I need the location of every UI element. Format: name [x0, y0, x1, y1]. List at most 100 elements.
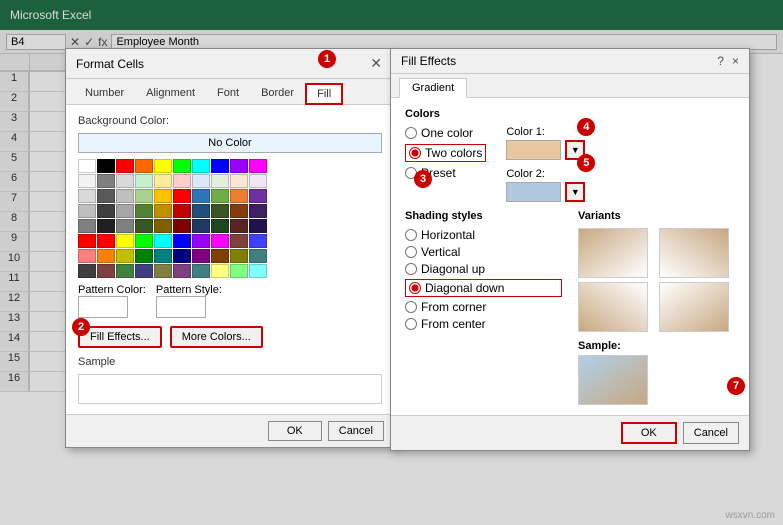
color-swatch-45[interactable]	[173, 219, 191, 233]
color-swatch-9[interactable]	[249, 159, 267, 173]
one-color-option[interactable]: One color	[405, 126, 486, 140]
shading-horizontal[interactable]: Horizontal	[405, 228, 562, 242]
color-swatch-36[interactable]	[192, 204, 210, 218]
color-swatch-3[interactable]	[135, 159, 153, 173]
diagonal-down-radio[interactable]	[409, 282, 421, 294]
two-colors-option[interactable]: Two colors	[405, 144, 486, 162]
tab-number[interactable]: Number	[74, 83, 135, 104]
color-swatch-62[interactable]	[116, 249, 134, 263]
color-swatch-21[interactable]	[97, 189, 115, 203]
color-swatch-40[interactable]	[78, 219, 96, 233]
color-swatch-23[interactable]	[135, 189, 153, 203]
color-swatch-33[interactable]	[135, 204, 153, 218]
variant-bottom-left[interactable]	[578, 282, 648, 332]
color-swatch-65[interactable]	[173, 249, 191, 263]
horizontal-radio[interactable]	[405, 229, 417, 241]
color2-dropdown-button[interactable]: ▼	[565, 182, 585, 202]
color-swatch-55[interactable]	[173, 234, 191, 248]
color-swatch-61[interactable]	[97, 249, 115, 263]
color-swatch-28[interactable]	[230, 189, 248, 203]
color-swatch-18[interactable]	[230, 174, 248, 188]
color-swatch-1[interactable]	[97, 159, 115, 173]
shading-diagonal-up[interactable]: Diagonal up	[405, 262, 562, 276]
tab-font[interactable]: Font	[206, 83, 250, 104]
color-swatch-56[interactable]	[192, 234, 210, 248]
shading-diagonal-down[interactable]: Diagonal down	[405, 279, 562, 297]
color-swatch-51[interactable]	[97, 234, 115, 248]
color-swatch-7[interactable]	[211, 159, 229, 173]
variant-top-right[interactable]	[659, 228, 729, 278]
one-color-radio[interactable]	[405, 127, 417, 139]
vertical-radio[interactable]	[405, 246, 417, 258]
two-colors-radio[interactable]	[409, 147, 421, 159]
diagonal-up-radio[interactable]	[405, 263, 417, 275]
color-swatch-29[interactable]	[249, 189, 267, 203]
color-swatch-37[interactable]	[211, 204, 229, 218]
color-swatch-66[interactable]	[192, 249, 210, 263]
color-swatch-73[interactable]	[135, 264, 153, 278]
color-swatch-50[interactable]	[78, 234, 96, 248]
color-swatch-44[interactable]	[154, 219, 172, 233]
color-swatch-69[interactable]	[249, 249, 267, 263]
color-swatch-42[interactable]	[116, 219, 134, 233]
color-swatch-47[interactable]	[211, 219, 229, 233]
color-swatch-15[interactable]	[173, 174, 191, 188]
format-cells-cancel-button[interactable]: Cancel	[328, 421, 384, 441]
help-icon[interactable]: ?	[717, 54, 724, 68]
color-swatch-10[interactable]	[78, 174, 96, 188]
format-cells-ok-button[interactable]: OK	[268, 421, 322, 441]
color-swatch-70[interactable]	[78, 264, 96, 278]
color-swatch-11[interactable]	[97, 174, 115, 188]
color-swatch-6[interactable]	[192, 159, 210, 173]
color-swatch-35[interactable]	[173, 204, 191, 218]
color-swatch-74[interactable]	[154, 264, 172, 278]
color-swatch-77[interactable]	[211, 264, 229, 278]
color-swatch-12[interactable]	[116, 174, 134, 188]
color-swatch-41[interactable]	[97, 219, 115, 233]
color-swatch-54[interactable]	[154, 234, 172, 248]
color-swatch-68[interactable]	[230, 249, 248, 263]
color-swatch-79[interactable]	[249, 264, 267, 278]
pattern-color-box[interactable]	[78, 296, 128, 318]
tab-gradient[interactable]: Gradient	[399, 78, 467, 98]
color-swatch-76[interactable]	[192, 264, 210, 278]
color-swatch-0[interactable]	[78, 159, 96, 173]
color-swatch-78[interactable]	[230, 264, 248, 278]
color-swatch-46[interactable]	[192, 219, 210, 233]
fill-effects-ok-button[interactable]: OK	[621, 422, 677, 444]
color-swatch-49[interactable]	[249, 219, 267, 233]
color-swatch-38[interactable]	[230, 204, 248, 218]
fill-effects-button[interactable]: Fill Effects...	[78, 326, 162, 348]
fill-effects-cancel-button[interactable]: Cancel	[683, 422, 739, 444]
shading-from-corner[interactable]: From corner	[405, 300, 562, 314]
from-corner-radio[interactable]	[405, 301, 417, 313]
more-colors-button[interactable]: More Colors...	[170, 326, 263, 348]
color-swatch-32[interactable]	[116, 204, 134, 218]
color-swatch-72[interactable]	[116, 264, 134, 278]
color-swatch-53[interactable]	[135, 234, 153, 248]
color-swatch-43[interactable]	[135, 219, 153, 233]
color-swatch-4[interactable]	[154, 159, 172, 173]
color-swatch-5[interactable]	[173, 159, 191, 173]
color-swatch-16[interactable]	[192, 174, 210, 188]
color-swatch-75[interactable]	[173, 264, 191, 278]
color-swatch-60[interactable]	[78, 249, 96, 263]
color-swatch-64[interactable]	[154, 249, 172, 263]
color-swatch-8[interactable]	[230, 159, 248, 173]
variant-top-left[interactable]	[578, 228, 648, 278]
color-swatch-30[interactable]	[78, 204, 96, 218]
tab-border[interactable]: Border	[250, 83, 305, 104]
color-swatch-24[interactable]	[154, 189, 172, 203]
color-swatch-20[interactable]	[78, 189, 96, 203]
from-center-radio[interactable]	[405, 318, 417, 330]
color-swatch-63[interactable]	[135, 249, 153, 263]
color-swatch-58[interactable]	[230, 234, 248, 248]
format-cells-close-button[interactable]: ✕	[368, 55, 384, 72]
color-swatch-14[interactable]	[154, 174, 172, 188]
color-swatch-25[interactable]	[173, 189, 191, 203]
color-swatch-67[interactable]	[211, 249, 229, 263]
color-swatch-71[interactable]	[97, 264, 115, 278]
color-swatch-52[interactable]	[116, 234, 134, 248]
color-swatch-2[interactable]	[116, 159, 134, 173]
color-swatch-27[interactable]	[211, 189, 229, 203]
